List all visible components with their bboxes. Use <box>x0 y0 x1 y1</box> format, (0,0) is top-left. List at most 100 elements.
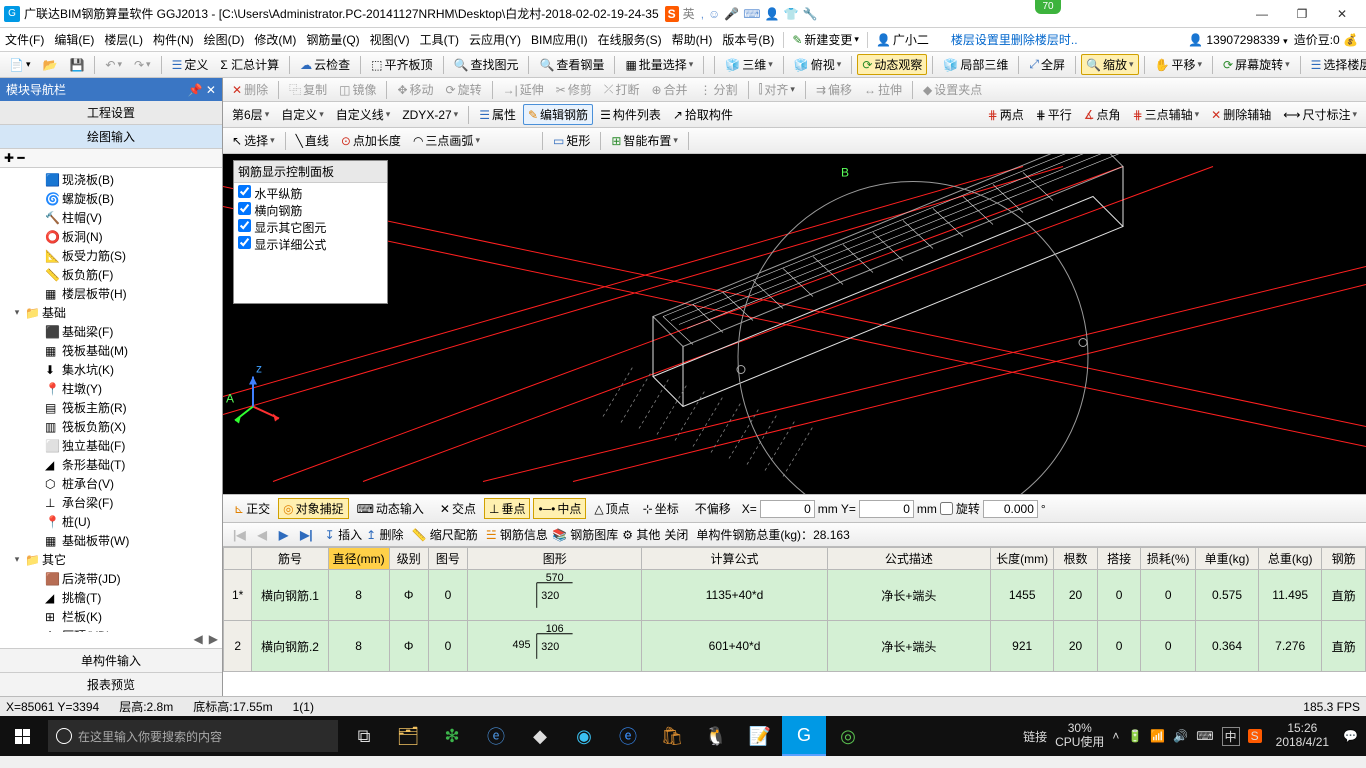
rect-tool[interactable]: ▭ 矩形 <box>548 130 595 151</box>
menu-帮助(H)[interactable]: 帮助(H) <box>667 33 718 47</box>
select-floor-button[interactable]: ☰ 选择楼层 <box>1306 54 1366 75</box>
split-button[interactable]: ⋮ 分割 <box>695 79 743 100</box>
menu-BIM应用(I)[interactable]: BIM应用(I) <box>526 33 593 47</box>
col-0[interactable] <box>224 548 252 570</box>
subcategory-select[interactable]: 自定义线 <box>331 104 396 125</box>
app-icon-1[interactable]: ◆ <box>518 716 562 756</box>
qq-icon[interactable]: 🐧 <box>694 716 738 756</box>
tree-板洞(N)[interactable]: ⭕板洞(N) <box>0 227 222 246</box>
user-button[interactable]: 👤广小二 <box>872 31 933 48</box>
tree-基础[interactable]: ▾📁基础 <box>0 303 222 322</box>
green-badge[interactable]: 70 <box>1035 0 1061 14</box>
two-point-button[interactable]: ⋕ 两点 <box>983 104 1029 125</box>
app-icon-2[interactable]: ◉ <box>562 716 606 756</box>
top-view-button[interactable]: 🧊 俯视 <box>789 54 847 75</box>
edge-icon[interactable]: ⓔ <box>474 716 518 756</box>
opt-显示其它图元[interactable]: 显示其它图元 <box>238 219 383 236</box>
member-list-button[interactable]: ☰ 构件列表 <box>595 104 666 125</box>
tree-现浇板(B)[interactable]: 🟦现浇板(B) <box>0 170 222 189</box>
cortana-search[interactable]: 在这里输入你要搜索的内容 <box>48 720 338 752</box>
zoom-button[interactable]: 🔍 缩放 <box>1081 54 1139 75</box>
collapse-icon[interactable]: ━ <box>17 151 24 165</box>
scroll-left-icon[interactable]: ◀ <box>194 632 203 646</box>
task-view-icon[interactable]: ⧉ <box>342 716 386 756</box>
cpu-meter[interactable]: 30%CPU使用 <box>1055 722 1104 750</box>
prev-record-button[interactable]: ◀ <box>254 528 271 542</box>
col-3[interactable]: 级别 <box>389 548 428 570</box>
three-point-axis-button[interactable]: ⋕ 三点辅轴 <box>1128 104 1205 125</box>
tree-基础梁(F)[interactable]: ⬛基础梁(F) <box>0 322 222 341</box>
minimize-button[interactable]: — <box>1242 2 1282 26</box>
nav-tab-settings[interactable]: 工程设置 <box>0 101 222 125</box>
col-7[interactable]: 公式描述 <box>827 548 990 570</box>
store-icon[interactable]: 🛍 <box>650 716 694 756</box>
delete-button[interactable]: ✕ 删除 <box>227 79 273 100</box>
rotate-checkbox[interactable] <box>940 502 953 515</box>
tree-柱墩(Y)[interactable]: 📍柱墩(Y) <box>0 379 222 398</box>
rebar-info-button[interactable]: ☱ 钢筋信息 <box>486 526 548 543</box>
menu-绘图(D)[interactable]: 绘图(D) <box>199 33 250 47</box>
last-record-button[interactable]: ▶| <box>296 528 317 542</box>
col-12[interactable]: 单重(kg) <box>1195 548 1258 570</box>
360-icon[interactable]: ❇ <box>430 716 474 756</box>
tree-板负筋(F)[interactable]: 📏板负筋(F) <box>0 265 222 284</box>
keyboard-icon[interactable]: ⌨ <box>1196 729 1213 743</box>
nav-footer-report[interactable]: 报表预览 <box>0 672 222 696</box>
coord-button[interactable]: ⊹ 坐标 <box>638 498 684 519</box>
batch-select-button[interactable]: ▦ 批量选择 <box>620 54 698 75</box>
notepad-icon[interactable]: 📝 <box>738 716 782 756</box>
floor-select[interactable]: 第6层 <box>227 104 274 125</box>
local-3d-button[interactable]: 🧊 局部三维 <box>938 54 1013 75</box>
view-rebar-button[interactable]: 🔍 查看钢量 <box>534 54 609 75</box>
nav-tree[interactable]: 🟦现浇板(B)🌀螺旋板(B)🔨柱帽(V)⭕板洞(N)📐板受力筋(S)📏板负筋(F… <box>0 168 222 632</box>
opt-显示详细公式[interactable]: 显示详细公式 <box>238 236 383 253</box>
menu-云应用(Y)[interactable]: 云应用(Y) <box>464 33 526 47</box>
break-button[interactable]: ⤫ 打断 <box>599 79 645 100</box>
merge-button[interactable]: ⊕ 合并 <box>646 79 692 100</box>
angle-input[interactable] <box>983 500 1038 518</box>
col-14[interactable]: 钢筋 <box>1322 548 1366 570</box>
tree-后浇带(JD)[interactable]: 🟫后浇带(JD) <box>0 569 222 588</box>
tree-楼层板带(H)[interactable]: ▦楼层板带(H) <box>0 284 222 303</box>
rebar-display-panel[interactable]: 钢筋显示控制面板 水平纵筋 横向钢筋 显示其它图元 显示详细公式 <box>233 160 388 304</box>
tree-螺旋板(B)[interactable]: 🌀螺旋板(B) <box>0 189 222 208</box>
ime-lang[interactable]: 英 <box>683 5 695 22</box>
open-file-icon[interactable]: 📂 <box>37 56 62 74</box>
line-tool[interactable]: ╲ 直线 <box>291 130 334 151</box>
new-change-button[interactable]: ✎新建变更▾ <box>788 31 863 48</box>
col-10[interactable]: 搭接 <box>1097 548 1141 570</box>
scale-rebar-button[interactable]: 📏 缩尺配筋 <box>412 526 478 543</box>
rebar-table[interactable]: 筋号直径(mm)级别图号图形计算公式公式描述长度(mm)根数搭接损耗(%)单重(… <box>223 546 1366 696</box>
col-4[interactable]: 图号 <box>428 548 467 570</box>
tray-up-icon[interactable]: ˄ <box>1112 729 1119 743</box>
pin-icon[interactable]: 📌 ✕ <box>188 83 216 97</box>
ime-s-tray[interactable]: S <box>1248 729 1262 743</box>
opt-横向钢筋[interactable]: 横向钢筋 <box>238 202 383 219</box>
orbit-button[interactable]: ⟳ 动态观察 <box>857 54 927 75</box>
close-button[interactable]: ✕ <box>1322 2 1362 26</box>
category-select[interactable]: 自定义 <box>276 104 329 125</box>
find-element-button[interactable]: 🔍 查找图元 <box>449 54 524 75</box>
tree-桩(U)[interactable]: 📍桩(U) <box>0 512 222 531</box>
close-table-button[interactable]: 关闭 <box>664 526 688 543</box>
volume-icon[interactable]: 🔊 <box>1173 729 1188 743</box>
select-tool[interactable]: ↖ 选择 <box>227 130 280 151</box>
y-input[interactable] <box>859 500 914 518</box>
pick-member-button[interactable]: ↗ 拾取构件 <box>668 104 738 125</box>
fullscreen-button[interactable]: ⤢ 全屏 <box>1024 54 1070 75</box>
delete-axis-button[interactable]: ✕ 删除辅轴 <box>1206 104 1276 125</box>
parallel-button[interactable]: ⋕ 平行 <box>1031 104 1077 125</box>
grip-button[interactable]: ◆ 设置夹点 <box>918 79 987 100</box>
define-button[interactable]: ☰ 定义 <box>167 54 214 75</box>
expand-icon[interactable]: ✚ <box>4 151 14 165</box>
other-button[interactable]: ⚙ 其他 <box>622 526 660 543</box>
start-button[interactable] <box>0 716 44 756</box>
undo-icon[interactable]: ↶▾ <box>100 56 127 74</box>
col-6[interactable]: 计算公式 <box>642 548 827 570</box>
dyn-input-button[interactable]: ⌨ 动态输入 <box>352 498 429 519</box>
nav-footer-single[interactable]: 单构件输入 <box>0 648 222 672</box>
col-9[interactable]: 根数 <box>1054 548 1098 570</box>
first-record-button[interactable]: |◀ <box>229 528 250 542</box>
tip-link[interactable]: 楼层设置里删除楼层时.. <box>951 31 1078 48</box>
tree-基础板带(W)[interactable]: ▦基础板带(W) <box>0 531 222 550</box>
